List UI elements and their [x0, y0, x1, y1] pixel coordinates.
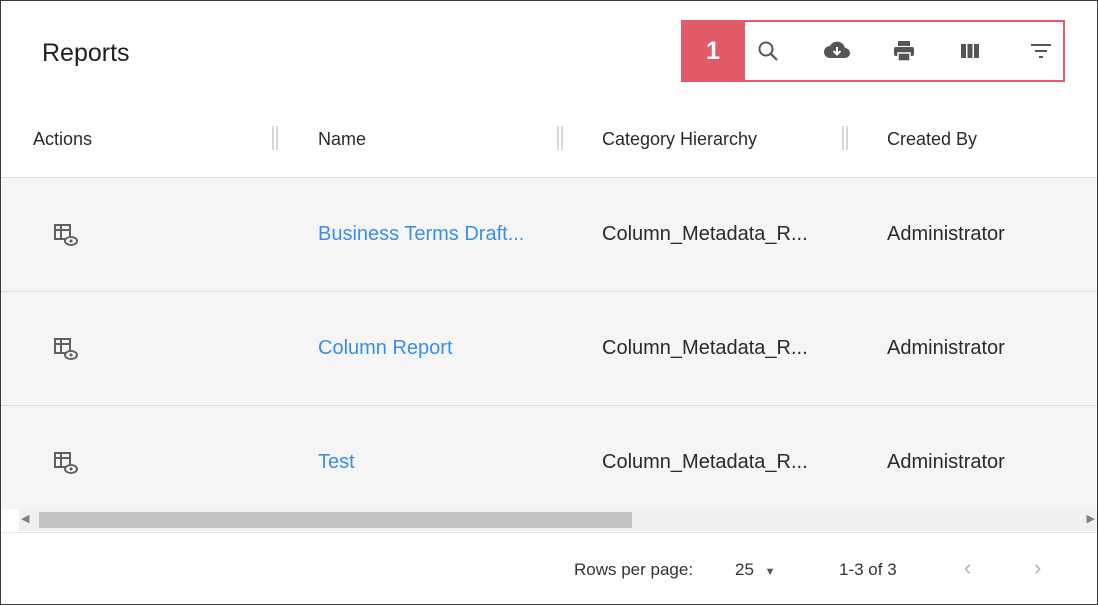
view-report-icon[interactable]: [53, 336, 79, 362]
page-title: Reports: [42, 39, 130, 67]
column-header-category-hierarchy[interactable]: Category Hierarchy: [602, 129, 757, 150]
download-icon[interactable]: [822, 36, 852, 66]
report-name-link[interactable]: Test: [318, 451, 355, 474]
created-by-cell: Administrator: [887, 223, 1005, 245]
scrollbar-thumb[interactable]: [39, 512, 632, 528]
table-header: Actions Name Category Hierarchy Created …: [1, 101, 1097, 178]
column-resize-handle[interactable]: [557, 126, 563, 150]
view-report-icon[interactable]: [53, 450, 79, 476]
rows-per-page-value: 25: [735, 560, 754, 579]
column-header-actions[interactable]: Actions: [33, 129, 92, 150]
scroll-right-arrow-icon[interactable]: ▶: [1087, 512, 1095, 525]
table-toolbar: 1: [681, 20, 1065, 82]
report-name-link[interactable]: Business Terms Draft...: [318, 223, 524, 246]
rows-per-page-select[interactable]: 25 ▼: [735, 560, 776, 580]
category-hierarchy-cell: Column_Metadata_R...: [602, 337, 808, 359]
next-page-button[interactable]: ›: [1034, 555, 1041, 581]
table-row: Business Terms Draft... Column_Metadata_…: [1, 178, 1097, 292]
column-resize-handle[interactable]: [272, 126, 278, 150]
scroll-left-arrow-icon[interactable]: ◀: [21, 512, 29, 525]
previous-page-button[interactable]: ‹: [964, 555, 971, 581]
view-report-icon[interactable]: [53, 222, 79, 248]
horizontal-scrollbar[interactable]: ◀ ▶: [19, 509, 1097, 531]
reports-panel: Reports 1 Actions Name Category Hierarch…: [0, 0, 1098, 605]
pagination-range: 1-3 of 3: [839, 560, 897, 579]
view-columns-icon[interactable]: [955, 36, 985, 66]
category-hierarchy-cell: Column_Metadata_R...: [602, 451, 808, 473]
created-by-cell: Administrator: [887, 337, 1005, 359]
chevron-down-icon: ▼: [764, 566, 776, 578]
column-header-created-by[interactable]: Created By: [887, 129, 977, 150]
table-pagination: Rows per page: 25 ▼ 1-3 of 3 ‹ ›: [1, 532, 1097, 604]
report-name-link[interactable]: Column Report: [318, 337, 453, 360]
category-hierarchy-cell: Column_Metadata_R...: [602, 223, 808, 245]
search-icon[interactable]: [753, 36, 783, 66]
rows-per-page-label: Rows per page:: [574, 560, 694, 579]
column-resize-handle[interactable]: [842, 126, 848, 150]
filter-icon[interactable]: [1026, 36, 1056, 66]
print-icon[interactable]: [889, 36, 919, 66]
table-row: Test Column_Metadata_R... Administrator: [1, 406, 1097, 509]
column-header-name[interactable]: Name: [318, 129, 366, 150]
table-row: Column Report Column_Metadata_R... Admin…: [1, 292, 1097, 406]
created-by-cell: Administrator: [887, 451, 1005, 473]
callout-badge: 1: [681, 20, 745, 82]
